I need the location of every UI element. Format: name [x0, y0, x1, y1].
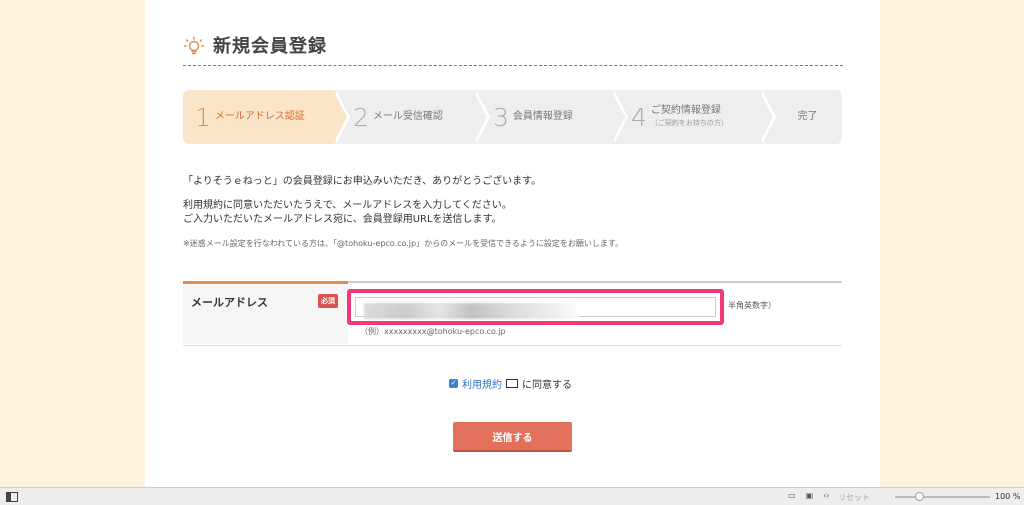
status-icons: ▭ ▣ ‹› [788, 491, 830, 500]
required-badge: 必須 [318, 294, 338, 308]
email-label: メールアドレス [191, 296, 268, 309]
code-icon[interactable]: ‹› [823, 491, 829, 500]
page-header: 新規会員登録 [183, 36, 843, 66]
reset-zoom-button[interactable]: リセット [838, 492, 870, 503]
step-contract-info: 4 ご契約情報登録 （ご契約をお持ちの方） [611, 90, 776, 144]
zoom-slider[interactable] [895, 492, 990, 501]
image-icon[interactable]: ▣ [806, 491, 814, 500]
step-label: ご契約情報登録 （ご契約をお持ちの方） [651, 105, 728, 129]
step-email-auth: 1 メールアドレス認証 [183, 90, 350, 144]
email-input[interactable] [355, 297, 716, 319]
blurred-email-value [364, 303, 579, 319]
step-member-info: 3 会員情報登録 [473, 90, 628, 144]
terms-checkbox[interactable]: ✓ [449, 379, 458, 388]
step-number: 1 [195, 102, 211, 132]
agree-text: に同意する [522, 380, 572, 391]
email-example: （例）xxxxxxxxx@tohoku-epco.co.jp [360, 327, 506, 336]
step-label: メールアドレス認証 [214, 111, 305, 122]
sidebar-toggle-icon[interactable] [6, 492, 18, 502]
email-form-row: メールアドレス 必須 半角英数字） （例）xxxxxxxxx@tohoku-ep… [183, 281, 842, 346]
email-label-cell: メールアドレス 必須 [183, 281, 348, 344]
spam-note: ※迷惑メール設定を行なわれている方は、「@tohoku-epco.co.jp」か… [183, 239, 624, 248]
step-label: 完了 [797, 111, 818, 122]
step-label: メール受信確認 [372, 111, 443, 122]
step-number: 4 [631, 102, 647, 132]
step-number: 2 [353, 102, 369, 132]
terms-link[interactable]: 利用規約 [462, 376, 502, 391]
instruction-line-2: ご入力いただいたメールアドレス宛に、会員登録用URLを送信します。 [183, 214, 502, 225]
step-label-sub: （ご契約をお持ちの方） [650, 119, 728, 127]
instruction-line-1: 利用規約に同意いただいたうえで、メールアドレスを入力してください。 [183, 200, 512, 211]
lightbulb-icon [183, 36, 205, 55]
registration-card: 新規会員登録 1 メールアドレス認証 2 メール受信確認 3 会員情報登録 4 … [145, 0, 880, 487]
zoom-level: 100 % [995, 492, 1021, 501]
page-view-icon[interactable]: ▭ [788, 491, 796, 500]
terms-agreement: ✓ 利用規約 に同意する [449, 376, 572, 391]
step-number: 3 [493, 102, 509, 132]
status-bar: ▭ ▣ ‹› リセット 100 % [0, 487, 1024, 505]
external-window-icon [506, 379, 518, 388]
thanks-message: 「よりそうｅねっと」の会員登録にお申込みいただき、ありがとうございます。 [183, 176, 542, 187]
step-mail-confirm: 2 メール受信確認 [333, 90, 490, 144]
submit-button[interactable]: 送信する [453, 422, 572, 452]
zoom-slider-knob[interactable] [915, 492, 924, 501]
step-label-main: ご契約情報登録 [650, 105, 721, 116]
input-hint: 半角英数字） [728, 301, 776, 310]
progress-steps: 1 メールアドレス認証 2 メール受信確認 3 会員情報登録 4 ご契約情報登録… [183, 90, 842, 144]
step-label: 会員情報登録 [512, 111, 573, 122]
page-title: 新規会員登録 [213, 36, 327, 57]
email-field-highlight [347, 289, 724, 325]
